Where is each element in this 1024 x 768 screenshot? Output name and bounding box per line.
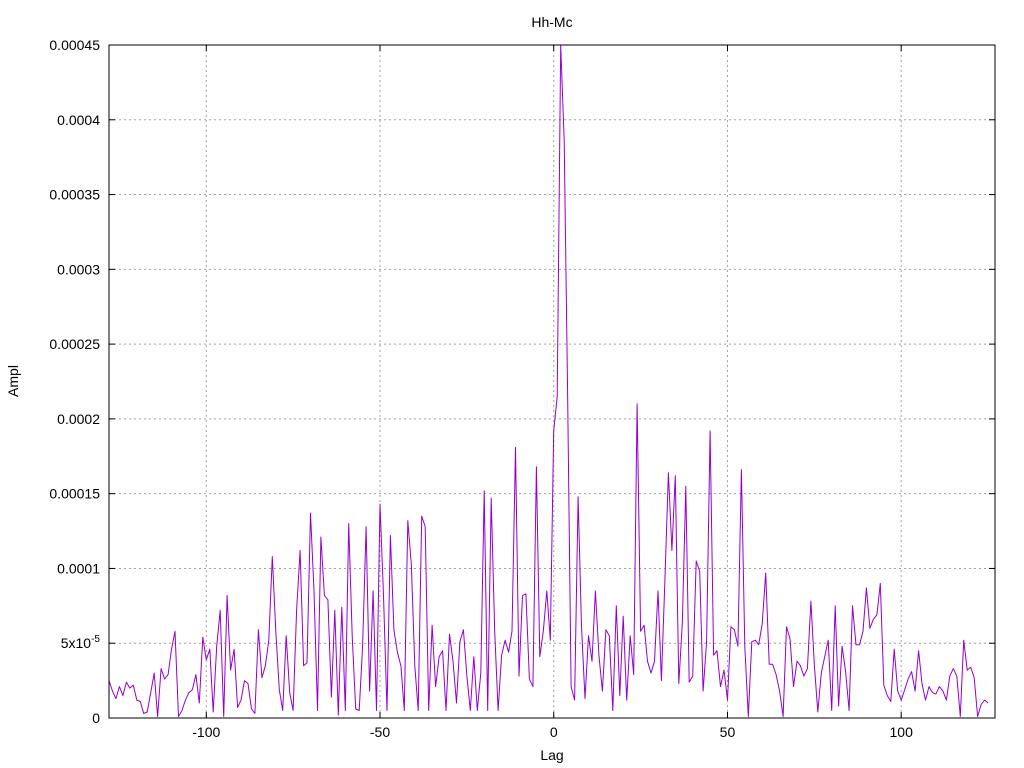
y-tick-label-base: 0.0002 <box>57 411 100 427</box>
x-tick-label: -50 <box>370 724 390 740</box>
x-tick-label: 0 <box>550 724 558 740</box>
y-tick-label-base: 0.00015 <box>49 486 100 502</box>
y-tick-label: 0.00015 <box>49 486 100 502</box>
y-tick-label-base: 0.00025 <box>49 336 100 352</box>
y-tick-label-base: 0.00035 <box>49 187 100 203</box>
y-tick-label-base: 0 <box>92 710 100 726</box>
y-tick-label: 0.00035 <box>49 187 100 203</box>
y-tick-label-base: 0.0004 <box>57 112 100 128</box>
x-axis-label: Lag <box>540 747 563 763</box>
y-axis-label: Ampl <box>5 365 21 397</box>
chart-title: Hh-Mc <box>531 14 572 30</box>
y-tick-label-base: 0.0001 <box>57 560 100 576</box>
y-tick-label-base: 0.0003 <box>57 261 100 277</box>
y-tick-label: 0.00025 <box>49 336 100 352</box>
y-tick-label-base: 0.00045 <box>49 37 100 53</box>
y-tick-label: 0.0002 <box>57 411 100 427</box>
y-tick-label-exponent: -5 <box>91 634 100 645</box>
chart-background <box>0 0 1024 768</box>
x-tick-label: 100 <box>890 724 914 740</box>
y-tick-label: 0 <box>92 710 100 726</box>
chart: -100 -50 0 50 100 0 5x10-5 0.0001 0.00015 0.0002 0… <box>0 0 1024 768</box>
y-tick-label: 0.0004 <box>57 112 100 128</box>
x-tick-label: -100 <box>192 724 220 740</box>
y-tick-label-base: 5x10 <box>61 635 92 651</box>
y-tick-label: 0.00045 <box>49 37 100 53</box>
y-tick-label: 0.0003 <box>57 261 100 277</box>
y-tick-label: 0.0001 <box>57 560 100 576</box>
x-tick-label: 50 <box>720 724 736 740</box>
